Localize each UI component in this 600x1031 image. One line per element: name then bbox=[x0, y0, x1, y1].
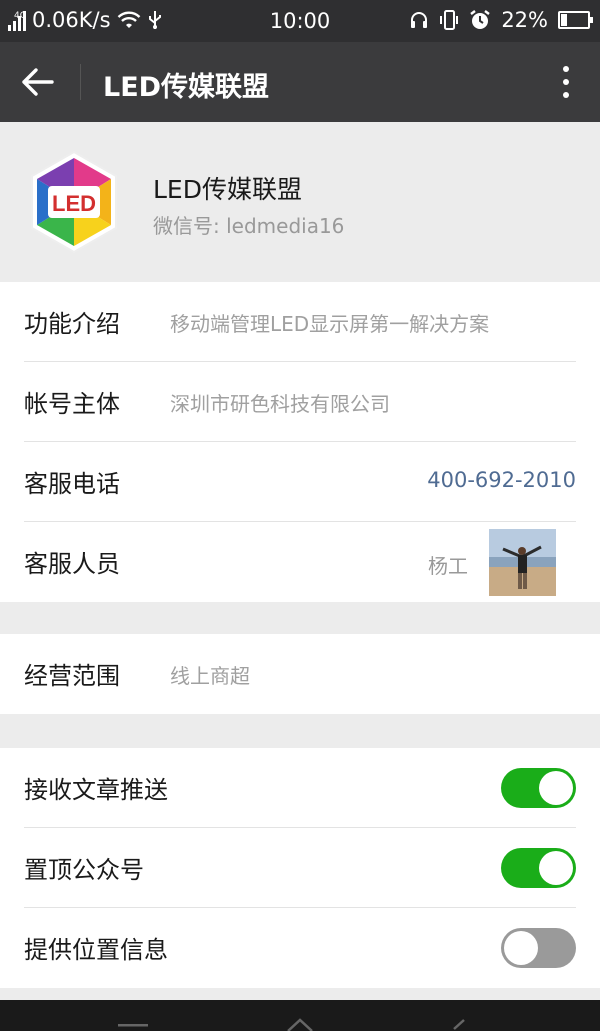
owner-value: 深圳市研色科技有限公司 bbox=[170, 392, 390, 416]
status-bar: 4G 0.06K/s 10:00 22% bbox=[0, 0, 600, 42]
owner-row[interactable]: 帐号主体 深圳市研色科技有限公司 bbox=[0, 362, 600, 442]
system-nav-bar bbox=[0, 1000, 600, 1031]
home-icon[interactable] bbox=[285, 1016, 315, 1031]
agent-row[interactable]: 客服人员 杨工 bbox=[0, 522, 600, 602]
back-arrow-icon bbox=[22, 68, 54, 96]
wechat-id: 微信号: ledmedia16 bbox=[153, 214, 345, 238]
business-section: 经营范围 线上商超 bbox=[0, 634, 600, 714]
agent-avatar[interactable] bbox=[489, 529, 556, 596]
intro-value: 移动端管理LED显示屏第一解决方案 bbox=[170, 312, 490, 336]
battery-icon bbox=[558, 11, 593, 29]
profile-header: LED LED传媒联盟 微信号: ledmedia16 bbox=[0, 122, 600, 282]
page-title: LED传媒联盟 bbox=[103, 72, 270, 103]
vibrate-icon bbox=[440, 10, 459, 30]
toggle-pin-account[interactable] bbox=[501, 848, 576, 888]
setting-label: 提供位置信息 bbox=[24, 936, 168, 964]
back-button[interactable] bbox=[20, 64, 60, 100]
logo-text: LED bbox=[52, 191, 96, 216]
scope-row: 经营范围 线上商超 bbox=[0, 634, 600, 714]
setting-row-location: 提供位置信息 bbox=[0, 908, 600, 988]
title-divider bbox=[80, 64, 81, 100]
owner-label: 帐号主体 bbox=[24, 390, 120, 418]
account-logo[interactable]: LED bbox=[22, 148, 126, 256]
headset-icon bbox=[411, 12, 428, 28]
intro-label: 功能介绍 bbox=[24, 310, 120, 338]
agent-label: 客服人员 bbox=[24, 550, 120, 578]
scope-value: 线上商超 bbox=[170, 664, 250, 688]
phone-label: 客服电话 bbox=[24, 470, 120, 498]
more-vertical-icon bbox=[563, 66, 569, 98]
phone-row[interactable]: 客服电话 400-692-2010 bbox=[0, 442, 600, 522]
menu-icon[interactable] bbox=[118, 1022, 148, 1031]
toggle-knob bbox=[504, 931, 538, 965]
intro-row: 功能介绍 移动端管理LED显示屏第一解决方案 bbox=[0, 282, 600, 362]
status-right: 22% bbox=[409, 8, 593, 32]
toggle-knob bbox=[539, 851, 573, 885]
scope-label: 经营范围 bbox=[24, 662, 120, 690]
title-bar: LED传媒联盟 bbox=[0, 42, 600, 122]
toggle-provide-location[interactable] bbox=[501, 928, 576, 968]
battery-percent: 22% bbox=[501, 8, 548, 32]
setting-label: 接收文章推送 bbox=[24, 776, 168, 804]
setting-row-pin: 置顶公众号 bbox=[0, 828, 600, 908]
back-nav-icon[interactable] bbox=[448, 1018, 468, 1031]
account-name: LED传媒联盟 bbox=[153, 175, 302, 204]
info-section: 功能介绍 移动端管理LED显示屏第一解决方案 帐号主体 深圳市研色科技有限公司 … bbox=[0, 282, 600, 602]
phone-link[interactable]: 400-692-2010 bbox=[427, 468, 576, 492]
setting-label: 置顶公众号 bbox=[24, 856, 144, 884]
more-button[interactable] bbox=[558, 64, 574, 100]
alarm-icon bbox=[470, 10, 491, 29]
toggle-receive-articles[interactable] bbox=[501, 768, 576, 808]
settings-section: 接收文章推送 置顶公众号 提供位置信息 bbox=[0, 748, 600, 988]
setting-row-push: 接收文章推送 bbox=[0, 748, 600, 828]
agent-name: 杨工 bbox=[428, 554, 468, 578]
battery-fill bbox=[561, 14, 567, 26]
toggle-knob bbox=[539, 771, 573, 805]
